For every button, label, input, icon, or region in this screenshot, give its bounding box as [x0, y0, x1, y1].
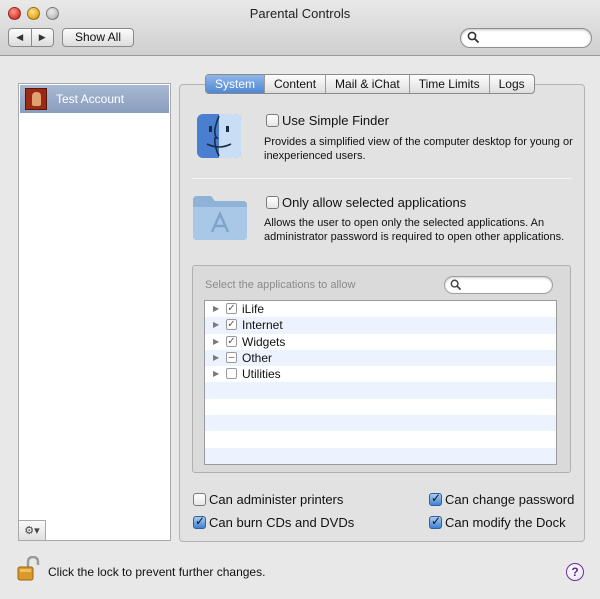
- administer-printers-checkbox[interactable]: [193, 493, 206, 506]
- window-title: Parental Controls: [249, 6, 351, 21]
- tab-system[interactable]: System: [206, 75, 265, 93]
- app-selector-label: Select the applications to allow: [205, 279, 356, 291]
- disclosure-triangle-icon[interactable]: ▶: [213, 369, 219, 378]
- app-name: Utilities: [242, 367, 281, 382]
- app-search-input[interactable]: [444, 276, 553, 294]
- gear-icon: ⚙▾: [24, 525, 40, 537]
- back-forward-control: ◀ ▶: [8, 28, 54, 47]
- search-icon: [467, 31, 480, 44]
- simple-finder-label: Use Simple Finder: [282, 113, 389, 128]
- lock-status-text: Click the lock to prevent further change…: [48, 565, 266, 579]
- app-row-ilife[interactable]: ▶ ✓ iLife: [205, 301, 556, 317]
- app-row-other[interactable]: ▶ – Other: [205, 349, 556, 367]
- administer-printers-label: Can administer printers: [209, 492, 344, 507]
- section-divider: [192, 178, 572, 179]
- back-arrow-icon[interactable]: ◀: [9, 29, 31, 46]
- gear-menu-button[interactable]: ⚙▾: [18, 520, 46, 541]
- lock-icon[interactable]: [16, 556, 40, 582]
- title-bar: Parental Controls ◀ ▶ Show All: [0, 0, 600, 56]
- app-checkbox-utilities[interactable]: [226, 368, 237, 380]
- disclosure-triangle-icon[interactable]: ▶: [213, 320, 219, 329]
- search-input[interactable]: [460, 28, 592, 48]
- empty-row: [205, 399, 556, 415]
- burn-cds-checkbox[interactable]: [193, 514, 206, 529]
- change-password-label: Can change password: [445, 492, 575, 507]
- simple-finder-description: Provides a simplified view of the comput…: [264, 136, 573, 162]
- app-checkbox-internet[interactable]: ✓: [226, 319, 237, 331]
- account-avatar: [25, 88, 47, 110]
- tab-logs[interactable]: Logs: [488, 75, 534, 93]
- finder-icon: [197, 114, 241, 158]
- only-selected-apps-label: Only allow selected applications: [282, 195, 467, 210]
- empty-row: [205, 415, 556, 432]
- tab-bar: System Content Mail & iChat Time Limits …: [205, 74, 535, 94]
- application-list: ▶ ✓ iLife ▶ ✓ Internet ▶ ✓ Widgets ▶ – O…: [204, 300, 557, 465]
- forward-arrow-icon[interactable]: ▶: [30, 29, 54, 46]
- help-button[interactable]: ?: [566, 563, 584, 581]
- only-selected-apps-checkbox[interactable]: [266, 196, 279, 209]
- app-row-utilities[interactable]: ▶ Utilities: [205, 366, 556, 382]
- app-name: iLife: [242, 302, 265, 316]
- account-label: Test Account: [56, 92, 125, 106]
- modify-dock-checkbox[interactable]: [429, 514, 442, 529]
- applications-folder-icon: [193, 196, 247, 240]
- tab-content[interactable]: Content: [264, 75, 325, 93]
- empty-row: [205, 382, 556, 399]
- app-checkbox-other[interactable]: –: [226, 351, 237, 363]
- change-password-checkbox[interactable]: [429, 491, 442, 506]
- disclosure-triangle-icon[interactable]: ▶: [213, 353, 219, 362]
- search-icon: [450, 279, 462, 291]
- burn-cds-label: Can burn CDs and DVDs: [209, 515, 355, 530]
- tab-time-limits[interactable]: Time Limits: [408, 75, 489, 93]
- app-checkbox-ilife[interactable]: ✓: [226, 303, 237, 314]
- app-name: Internet: [242, 318, 283, 333]
- account-list: Test Account: [18, 83, 171, 541]
- show-all-button[interactable]: Show All: [62, 28, 134, 47]
- tab-mail-ichat[interactable]: Mail & iChat: [325, 75, 409, 93]
- app-row-widgets[interactable]: ▶ ✓ Widgets: [205, 334, 556, 350]
- parental-controls-window: Parental Controls ◀ ▶ Show All Test Acco…: [0, 0, 600, 599]
- disclosure-triangle-icon[interactable]: ▶: [213, 337, 219, 346]
- account-item-test-account[interactable]: Test Account: [20, 85, 169, 113]
- empty-row: [205, 431, 556, 447]
- app-name: Other: [242, 350, 273, 365]
- simple-finder-checkbox[interactable]: [266, 114, 279, 127]
- only-selected-apps-description: Allows the user to open only the selecte…: [264, 217, 565, 243]
- disclosure-triangle-icon[interactable]: ▶: [213, 304, 219, 313]
- modify-dock-label: Can modify the Dock: [445, 515, 566, 530]
- app-row-internet[interactable]: ▶ ✓ Internet: [205, 317, 556, 334]
- empty-row: [205, 447, 556, 464]
- app-name: Widgets: [242, 334, 286, 349]
- app-checkbox-widgets[interactable]: ✓: [226, 335, 237, 347]
